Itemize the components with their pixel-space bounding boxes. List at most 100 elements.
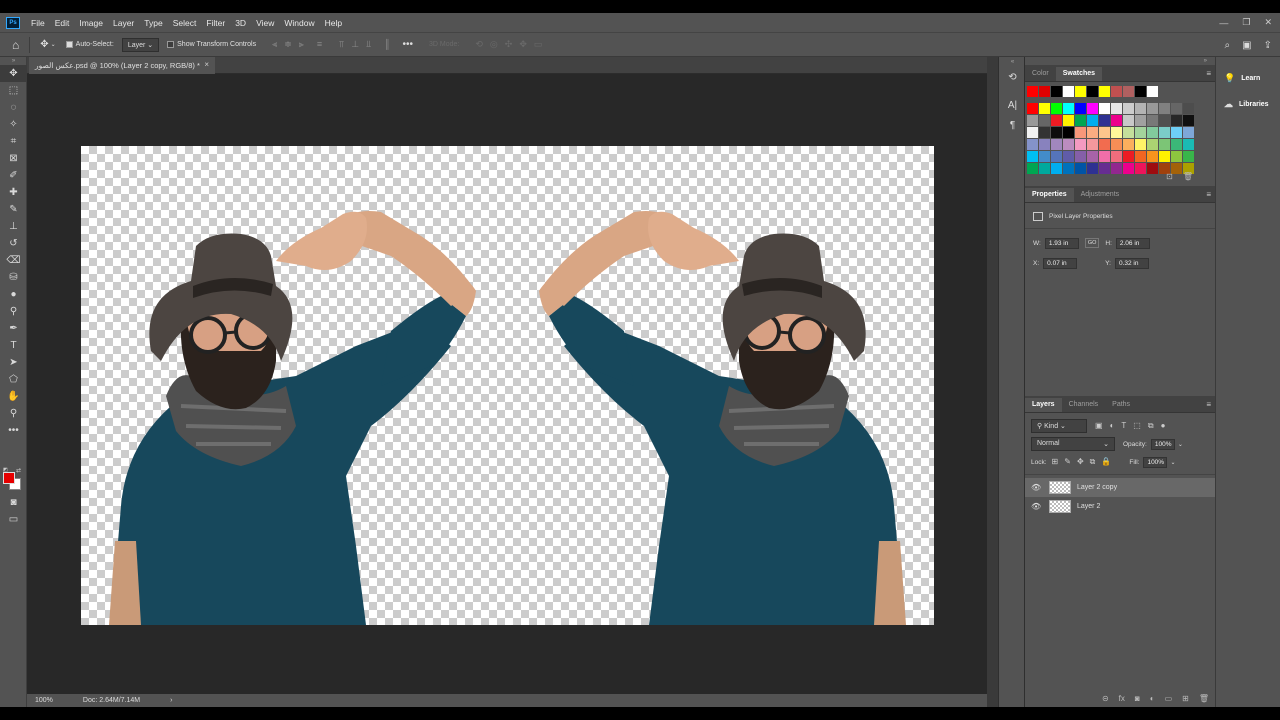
move-tool-icon[interactable]: ✥ <box>0 65 27 82</box>
tab-color[interactable]: Color <box>1025 67 1056 81</box>
swatch[interactable] <box>1051 139 1062 150</box>
menu-window[interactable]: Window <box>279 18 319 28</box>
collapse-tools-icon[interactable]: » <box>0 57 27 65</box>
align-right-icon[interactable]: ⫸ <box>299 39 304 50</box>
align-vcenter-icon[interactable]: ⊥ <box>351 39 359 50</box>
swatch[interactable] <box>1135 151 1146 162</box>
auto-select-checkbox[interactable] <box>65 41 73 48</box>
swatch[interactable] <box>1039 103 1050 114</box>
swatch[interactable] <box>1135 163 1146 174</box>
swatch[interactable] <box>1087 163 1098 174</box>
tab-properties[interactable]: Properties <box>1025 188 1074 202</box>
opacity-chevron-icon[interactable]: ⌄ <box>1178 441 1183 448</box>
layer-name[interactable]: Layer 2 <box>1077 503 1100 510</box>
paragraph-panel-icon[interactable]: ¶ <box>999 115 1026 135</box>
swatch[interactable] <box>1111 115 1122 126</box>
lock-transparent-icon[interactable]: ⊞ <box>1052 457 1059 467</box>
shape-tool-icon[interactable]: ⬠ <box>0 371 27 388</box>
swatch[interactable] <box>1027 151 1038 162</box>
new-layer-icon[interactable]: ⊞ <box>1182 694 1189 703</box>
swatch[interactable] <box>1147 151 1158 162</box>
add-mask-icon[interactable]: ◙ <box>1135 694 1140 703</box>
recent-swatch[interactable] <box>1135 86 1146 97</box>
width-field[interactable]: 1.93 in <box>1044 237 1079 249</box>
swatch[interactable] <box>1183 151 1194 162</box>
swatch[interactable] <box>1147 127 1158 138</box>
link-dimensions-icon[interactable]: GO <box>1084 238 1100 248</box>
swatch[interactable] <box>1087 103 1098 114</box>
swatch[interactable] <box>1171 115 1182 126</box>
menu-file[interactable]: File <box>26 18 50 28</box>
home-icon[interactable]: ⌂ <box>12 38 19 52</box>
swatch[interactable] <box>1135 127 1146 138</box>
new-swatch-icon[interactable]: ⊡ <box>1166 172 1173 181</box>
swatch[interactable] <box>1099 163 1110 174</box>
swatch[interactable] <box>1063 103 1074 114</box>
healing-brush-tool-icon[interactable]: ✚ <box>0 184 27 201</box>
magic-wand-tool-icon[interactable]: ✧ <box>0 116 27 133</box>
recent-swatch[interactable] <box>1087 86 1098 97</box>
swatch[interactable] <box>1087 127 1098 138</box>
menu-filter[interactable]: Filter <box>201 18 230 28</box>
3d-roll-icon[interactable]: ◎ <box>490 39 498 50</box>
filter-adjustment-icon[interactable]: ◐ <box>1110 421 1115 431</box>
swatch[interactable] <box>1075 151 1086 162</box>
swatch[interactable] <box>1159 151 1170 162</box>
swatch[interactable] <box>1075 139 1086 150</box>
swatch[interactable] <box>1051 115 1062 126</box>
swatch[interactable] <box>1123 127 1134 138</box>
new-group-icon[interactable]: ▭ <box>1165 694 1173 703</box>
swatch[interactable] <box>1111 103 1122 114</box>
swatch[interactable] <box>1159 103 1170 114</box>
auto-select-dropdown[interactable]: Layer ⌄ <box>121 37 160 52</box>
swatch[interactable] <box>1135 139 1146 150</box>
swatch[interactable] <box>1075 127 1086 138</box>
eraser-tool-icon[interactable]: ⌫ <box>0 252 27 269</box>
share-icon[interactable]: ⇪ <box>1264 40 1272 51</box>
align-middle-icon[interactable]: ≡ <box>317 39 322 50</box>
swatch[interactable] <box>1039 127 1050 138</box>
recent-swatch[interactable] <box>1075 86 1086 97</box>
3d-pan-icon[interactable]: ✣ <box>505 39 513 50</box>
swatch[interactable] <box>1027 139 1038 150</box>
3d-orbit-icon[interactable]: ⟲ <box>475 39 483 50</box>
swatch[interactable] <box>1051 127 1062 138</box>
fill-field[interactable]: 100% <box>1143 456 1168 468</box>
opacity-field[interactable]: 100% <box>1150 438 1175 450</box>
swatch[interactable] <box>1063 163 1074 174</box>
tab-channels[interactable]: Channels <box>1062 398 1106 412</box>
tab-layers[interactable]: Layers <box>1025 398 1062 412</box>
layer-row-layer-2[interactable]: 👁 Layer 2 <box>1025 497 1215 516</box>
swatch[interactable] <box>1123 139 1134 150</box>
swatch[interactable] <box>1147 115 1158 126</box>
swatch[interactable] <box>1063 151 1074 162</box>
menu-edit[interactable]: Edit <box>50 18 75 28</box>
more-options-icon[interactable]: ••• <box>402 39 413 50</box>
filter-type-icon[interactable]: T <box>1121 421 1126 431</box>
swatch[interactable] <box>1039 163 1050 174</box>
swatch[interactable] <box>1111 139 1122 150</box>
close-window-icon[interactable]: ✕ <box>1264 17 1272 28</box>
swatch[interactable] <box>1123 103 1134 114</box>
canvas-scrollbar[interactable] <box>987 57 998 707</box>
swatch[interactable] <box>1075 103 1086 114</box>
workspace-icon[interactable]: ▣ <box>1242 40 1251 51</box>
visibility-eye-icon[interactable]: 👁 <box>1031 502 1043 511</box>
paint-bucket-tool-icon[interactable]: ⛁ <box>0 269 27 286</box>
adjustment-layer-icon[interactable]: ◐ <box>1150 694 1155 703</box>
swatch[interactable] <box>1027 127 1038 138</box>
swatch[interactable] <box>1111 127 1122 138</box>
visibility-eye-icon[interactable]: 👁 <box>1031 483 1043 492</box>
height-field[interactable]: 2.06 in <box>1115 237 1150 249</box>
eyedropper-tool-icon[interactable]: ✐ <box>0 167 27 184</box>
layer-name[interactable]: Layer 2 copy <box>1077 484 1117 491</box>
path-selection-tool-icon[interactable]: ➤ <box>0 354 27 371</box>
layer-row-layer-2-copy[interactable]: 👁 Layer 2 copy <box>1025 478 1215 497</box>
swatch[interactable] <box>1099 151 1110 162</box>
align-left-icon[interactable]: ⫷ <box>272 39 277 50</box>
swap-colors-icon[interactable]: ⇄ <box>16 467 21 474</box>
quick-mask-icon[interactable]: ◙ <box>0 494 27 511</box>
swatch[interactable] <box>1183 139 1194 150</box>
menu-layer[interactable]: Layer <box>108 18 139 28</box>
align-top-icon[interactable]: ⫪ <box>339 39 344 50</box>
